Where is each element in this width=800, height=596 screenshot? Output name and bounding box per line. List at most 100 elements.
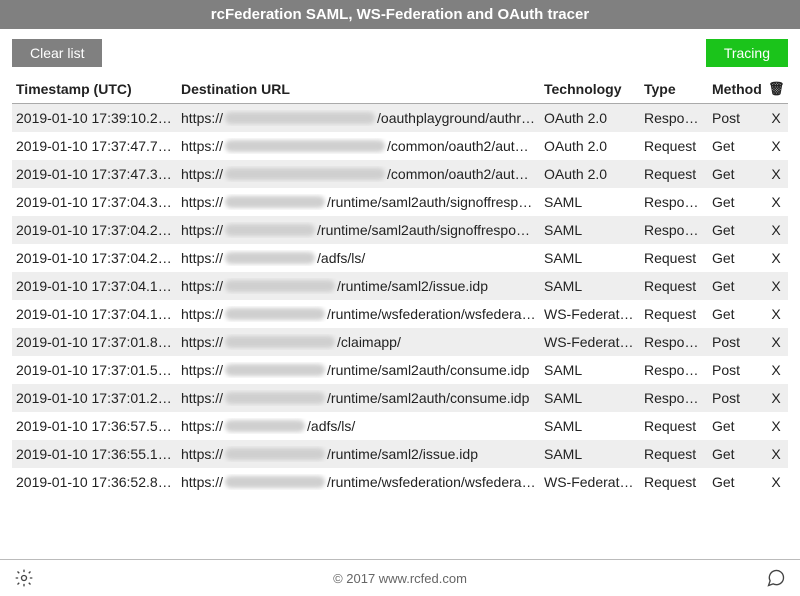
trace-table: Timestamp (UTC) Destination URL Technolo… (12, 71, 788, 496)
url-host-redacted (225, 308, 325, 320)
url-scheme: https:// (181, 474, 223, 490)
url-scheme: https:// (181, 446, 223, 462)
cell-timestamp: 2019-01-10 17:37:47.724 (12, 132, 177, 160)
delete-row-button[interactable]: X (764, 132, 788, 160)
url-scheme: https:// (181, 194, 223, 210)
delete-row-button[interactable]: X (764, 384, 788, 412)
cell-technology: SAML (540, 356, 640, 384)
tracing-button[interactable]: Tracing (706, 39, 788, 67)
cell-technology: SAML (540, 412, 640, 440)
cell-method: Post (708, 104, 764, 133)
cell-timestamp: 2019-01-10 17:37:04.134 (12, 300, 177, 328)
cell-destination: https:///runtime/saml2auth/signoffrespo… (177, 188, 540, 216)
cell-type: Request (640, 132, 708, 160)
gear-icon[interactable] (14, 568, 34, 588)
cell-timestamp: 2019-01-10 17:36:55.199 (12, 440, 177, 468)
col-timestamp[interactable]: Timestamp (UTC) (12, 71, 177, 104)
url-path: /common/oauth2/authori… (387, 166, 536, 182)
table-row[interactable]: 2019-01-10 17:37:04.197https:///runtime/… (12, 272, 788, 300)
delete-row-button[interactable]: X (764, 468, 788, 496)
cell-technology: SAML (540, 440, 640, 468)
delete-row-button[interactable]: X (764, 300, 788, 328)
col-type[interactable]: Type (640, 71, 708, 104)
col-destination[interactable]: Destination URL (177, 71, 540, 104)
cell-destination: https:// /runtime/saml2auth/signoffrespon… (177, 216, 540, 244)
table-row[interactable]: 2019-01-10 17:37:04.328https:///runtime/… (12, 188, 788, 216)
cell-technology: SAML (540, 244, 640, 272)
cell-destination: https:// /runtime/saml2/issue.idp (177, 440, 540, 468)
url-path: /runtime/wsfederation/wsfederati… (327, 306, 536, 322)
cell-type: Response (640, 104, 708, 133)
table-row[interactable]: 2019-01-10 17:36:52.820https:///runtime/… (12, 468, 788, 496)
delete-row-button[interactable]: X (764, 440, 788, 468)
delete-row-button[interactable]: X (764, 244, 788, 272)
url-scheme: https:// (181, 138, 223, 154)
url-host-redacted (225, 252, 315, 264)
url-path: /adfs/ls/ (317, 250, 536, 266)
table-row[interactable]: 2019-01-10 17:37:04.134https:///runtime/… (12, 300, 788, 328)
cell-method: Get (708, 244, 764, 272)
col-method[interactable]: Method (708, 71, 764, 104)
url-host-redacted (225, 448, 325, 460)
cell-timestamp: 2019-01-10 17:37:04.197 (12, 272, 177, 300)
table-row[interactable]: 2019-01-10 17:36:57.544https:// /adfs/ls/… (12, 412, 788, 440)
cell-technology: WS-Federation (540, 468, 640, 496)
table-row[interactable]: 2019-01-10 17:39:10.265https:///oauthpla… (12, 104, 788, 133)
table-row[interactable]: 2019-01-10 17:36:55.199https:// /runtime/… (12, 440, 788, 468)
cell-type: Request (640, 468, 708, 496)
cell-technology: SAML (540, 188, 640, 216)
col-delete-all[interactable]: 🗑 (764, 71, 788, 104)
cell-destination: https:///runtime/wsfederation/wsfederati… (177, 468, 540, 496)
delete-row-button[interactable]: X (764, 412, 788, 440)
url-scheme: https:// (181, 418, 223, 434)
cell-timestamp: 2019-01-10 17:39:10.265 (12, 104, 177, 133)
delete-row-button[interactable]: X (764, 188, 788, 216)
cell-method: Get (708, 188, 764, 216)
delete-row-button[interactable]: X (764, 104, 788, 133)
url-path: /common/oauth2/author… (387, 138, 536, 154)
url-path: /runtime/saml2auth/signoffresponse… (317, 222, 536, 238)
cell-type: Response (640, 188, 708, 216)
cell-destination: https:// /adfs/ls/ (177, 412, 540, 440)
url-path: /adfs/ls/ (307, 418, 536, 434)
table-row[interactable]: 2019-01-10 17:37:04.286https:// /runtime/… (12, 216, 788, 244)
cell-type: Request (640, 160, 708, 188)
cell-timestamp: 2019-01-10 17:37:01.510 (12, 356, 177, 384)
delete-row-button[interactable]: X (764, 328, 788, 356)
table-row[interactable]: 2019-01-10 17:37:01.225https:///runtime/… (12, 384, 788, 412)
url-path: /runtime/saml2auth/consume.idp (327, 390, 536, 406)
cell-destination: https:///oauthplayground/authrespo… (177, 104, 540, 133)
url-scheme: https:// (181, 250, 223, 266)
cell-timestamp: 2019-01-10 17:36:57.544 (12, 412, 177, 440)
cell-technology: OAuth 2.0 (540, 132, 640, 160)
cell-type: Request (640, 300, 708, 328)
url-scheme: https:// (181, 278, 223, 294)
url-host-redacted (225, 196, 325, 208)
cell-method: Get (708, 440, 764, 468)
url-scheme: https:// (181, 110, 223, 126)
cell-timestamp: 2019-01-10 17:37:04.248 (12, 244, 177, 272)
cell-technology: SAML (540, 272, 640, 300)
cell-method: Get (708, 468, 764, 496)
table-row[interactable]: 2019-01-10 17:37:01.864https:///claimapp… (12, 328, 788, 356)
cell-type: Request (640, 412, 708, 440)
comment-icon[interactable] (766, 568, 786, 588)
delete-row-button[interactable]: X (764, 272, 788, 300)
cell-timestamp: 2019-01-10 17:37:04.286 (12, 216, 177, 244)
url-scheme: https:// (181, 222, 223, 238)
table-row[interactable]: 2019-01-10 17:37:47.305https:///common/o… (12, 160, 788, 188)
table-row[interactable]: 2019-01-10 17:37:01.510https:///runtime/… (12, 356, 788, 384)
col-technology[interactable]: Technology (540, 71, 640, 104)
table-row[interactable]: 2019-01-10 17:37:47.724https:// /common/o… (12, 132, 788, 160)
table-row[interactable]: 2019-01-10 17:37:04.248https:// /adfs/ls/… (12, 244, 788, 272)
cell-destination: https:// /claimapp/ (177, 328, 540, 356)
delete-row-button[interactable]: X (764, 160, 788, 188)
url-scheme: https:// (181, 334, 223, 350)
delete-row-button[interactable]: X (764, 216, 788, 244)
delete-row-button[interactable]: X (764, 356, 788, 384)
cell-type: Request (640, 440, 708, 468)
url-path: /runtime/saml2/issue.idp (327, 446, 536, 462)
cell-destination: https:// /adfs/ls/ (177, 244, 540, 272)
url-path: /claimapp/ (337, 334, 536, 350)
clear-list-button[interactable]: Clear list (12, 39, 102, 67)
